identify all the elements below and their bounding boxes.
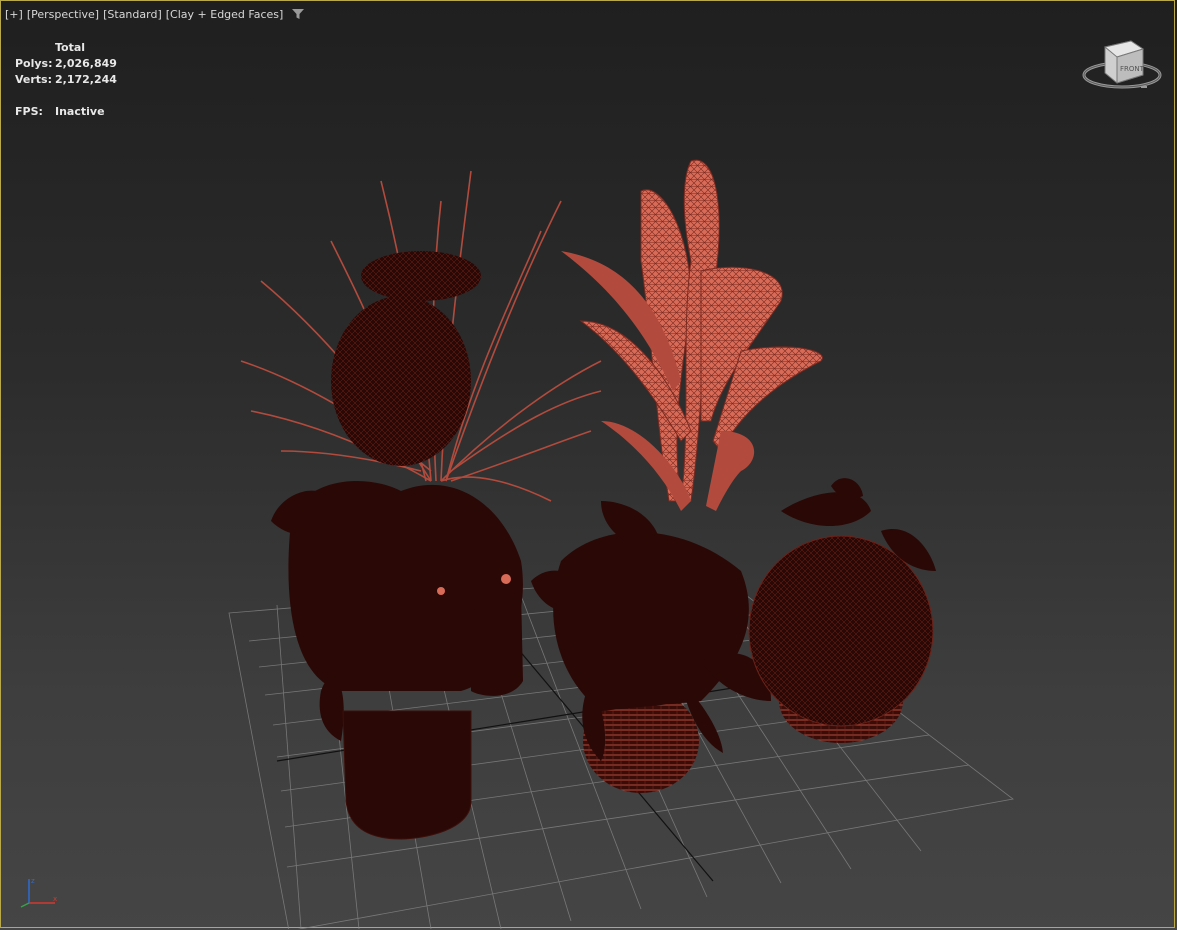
verts-label: Verts: — [15, 72, 53, 86]
stats-header: Total — [55, 40, 86, 54]
leafy-ball — [331, 296, 471, 466]
fps-value: Inactive — [55, 104, 105, 118]
center-palm-plant — [531, 501, 771, 793]
left-potted-plant — [271, 481, 523, 840]
viewport-label-menu: [+] [Perspective] [Standard] [Clay + Edg… — [5, 7, 305, 21]
scene-render — [228, 159, 1014, 929]
viewport-general-menu[interactable]: [+] — [5, 8, 23, 21]
axis-tripod-icon: z x — [20, 877, 57, 908]
fps-label: FPS: — [15, 104, 43, 118]
right-plant — [748, 478, 936, 743]
svg-text:z: z — [31, 877, 35, 885]
verts-value: 2,172,244 — [55, 72, 117, 86]
polys-value: 2,026,849 — [55, 56, 117, 70]
viewport-standard-menu[interactable]: [Standard] — [103, 8, 162, 21]
svg-text:x: x — [53, 895, 57, 903]
perspective-viewport[interactable]: [+] [Perspective] [Standard] [Clay + Edg… — [0, 0, 1175, 929]
viewport-point-of-view-menu[interactable]: [Perspective] — [27, 8, 99, 21]
statistics-overlay: Total Polys: 2,026,849 Verts: 2,172,244 FP… — [15, 39, 117, 119]
viewcube-icon[interactable]: FRONT — [1081, 35, 1163, 95]
filter-icon[interactable] — [291, 7, 305, 21]
polys-label: Polys: — [15, 56, 53, 70]
tall-plant — [561, 159, 824, 511]
viewport-shading-menu[interactable]: [Clay + Edged Faces] — [166, 8, 284, 21]
viewcube-face-label: FRONT — [1120, 65, 1145, 73]
